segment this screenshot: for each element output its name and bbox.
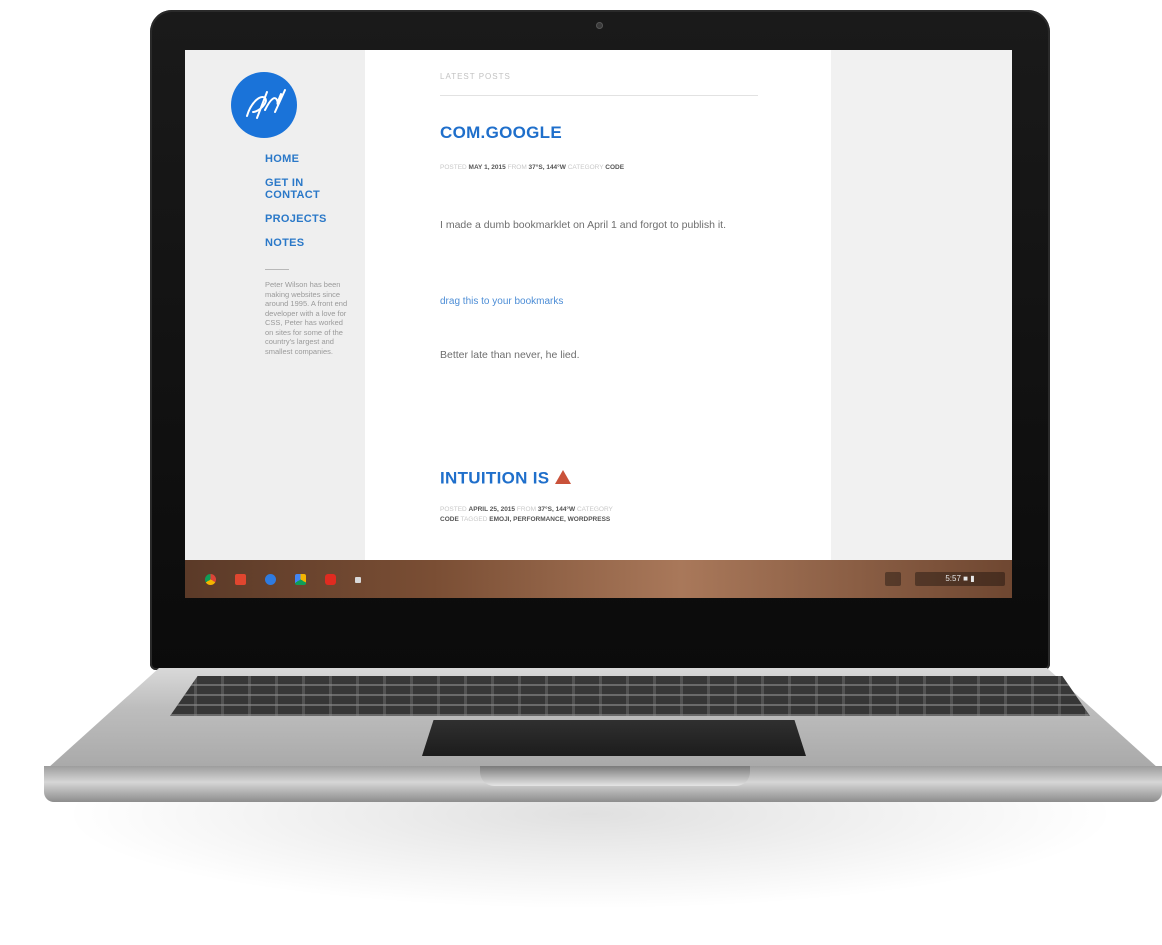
search-icon[interactable] [265,574,276,585]
clock-text: 5:57 [945,574,961,583]
post-title-text: INTUITION IS [440,468,550,488]
notification-icon[interactable] [885,572,901,586]
nav-projects[interactable]: PROJECTS [265,213,365,225]
post-title-link[interactable]: COM.GOOGLE [440,123,562,143]
keyboard-rows [170,676,1090,716]
post-meta: POSTED APRIL 25, 2015 FROM 37°S, 144°W C… [440,505,740,525]
section-label: LATEST POSTS [440,72,511,81]
lid-notch [480,766,750,786]
meta-posted-label: POSTED [440,164,467,171]
nav-notes[interactable]: NOTES [265,237,365,249]
post-meta: POSTED MAY 1, 2015 FROM 37°S, 144°W CATE… [440,163,740,173]
battery-icon: ▮ [970,574,975,583]
chromeos-shelf: 5:57 ■ ▮ [185,560,1012,598]
meta-category[interactable]: CODE [605,164,624,171]
wifi-icon: ■ [963,574,968,583]
meta-from-label: FROM [507,164,527,171]
nav-home[interactable]: HOME [265,153,365,165]
main-nav: HOME GET IN CONTACT PROJECTS NOTES [265,153,365,261]
drive-icon[interactable] [295,574,306,585]
post-paragraph: Better late than never, he lied. [440,349,580,361]
post-paragraph: I made a dumb bookmarklet on April 1 and… [440,219,726,231]
main-content: LATEST POSTS COM.GOOGLE POSTED MAY 1, 20… [365,50,831,560]
apps-icon[interactable] [355,577,361,583]
sidebar-divider [265,269,289,270]
youtube-icon[interactable] [325,574,336,585]
meta-category-label: CATEGORY [567,164,604,171]
meta-category[interactable]: CODE [440,516,459,523]
pile-of-poo-emoji-icon [555,470,572,484]
author-bio: Peter Wilson has been making websites si… [265,280,348,356]
chrome-icon[interactable] [205,574,216,585]
screen: HOME GET IN CONTACT PROJECTS NOTES Peter… [185,50,1012,598]
meta-location[interactable]: 37°S, 144°W [529,164,566,171]
meta-category-label: CATEGORY [576,506,613,513]
meta-posted-label: POSTED [440,506,467,513]
sidebar: HOME GET IN CONTACT PROJECTS NOTES Peter… [185,50,365,560]
webcam-icon [596,22,603,29]
bookmarklet-link[interactable]: drag this to your bookmarks [440,296,563,307]
section-divider [440,95,758,96]
meta-date[interactable]: MAY 1, 2015 [469,164,506,171]
meta-from-label: FROM [516,506,536,513]
meta-location[interactable]: 37°S, 144°W [538,506,575,513]
meta-date[interactable]: APRIL 25, 2015 [469,506,516,513]
meta-tagged-label: TAGGED [460,516,488,523]
nav-get-in-contact[interactable]: GET IN CONTACT [265,177,325,201]
floor-shadow [60,790,1120,910]
gmail-icon[interactable] [235,574,246,585]
right-panel [831,50,1012,560]
meta-tags[interactable]: EMOJI, PERFORMANCE, WORDPRESS [489,516,610,523]
logo-monogram-icon [246,89,286,119]
site-logo[interactable] [231,72,297,138]
trackpad[interactable] [422,720,806,756]
post-title-link[interactable]: INTUITION IS [440,468,572,489]
status-tray[interactable]: 5:57 ■ ▮ [915,572,1005,586]
